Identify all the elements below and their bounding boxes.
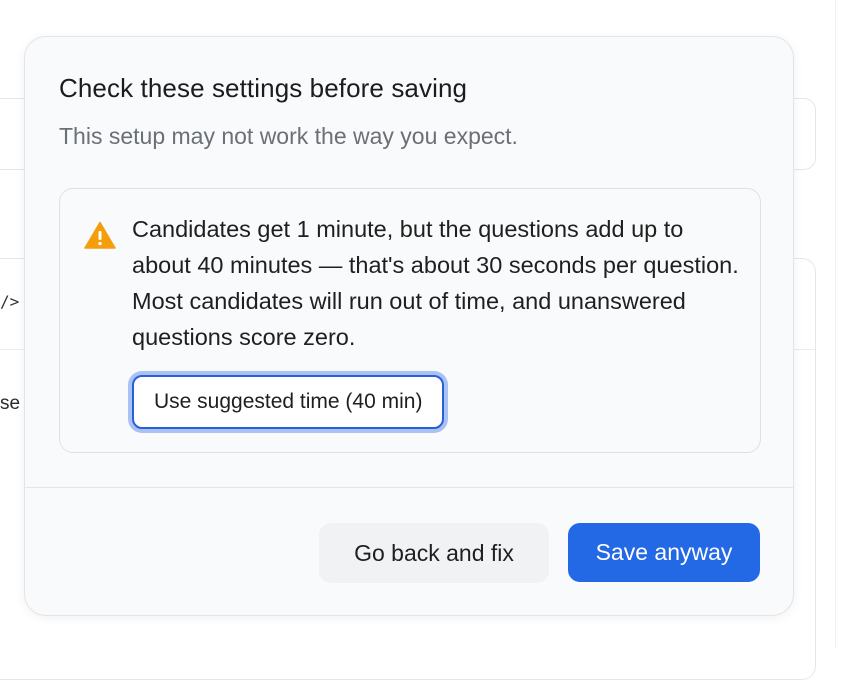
dialog-subtitle: This setup may not work the way you expe… (59, 123, 518, 149)
save-anyway-button[interactable]: Save anyway (568, 523, 760, 582)
warning-message: Candidates get 1 minute, but the questio… (132, 216, 739, 350)
dialog-title: Check these settings before saving (59, 73, 468, 103)
use-suggested-time-button[interactable]: Use suggested time (40 min) (132, 375, 445, 429)
warning-box: Candidates get 1 minute, but the questio… (59, 188, 761, 453)
footer-divider (25, 487, 793, 488)
warning-triangle-icon (84, 221, 116, 249)
background-edge (835, 0, 836, 648)
background-code-glyph: /> (0, 292, 20, 311)
background-text-fragment: se (0, 393, 21, 414)
go-back-button[interactable]: Go back and fix (319, 523, 549, 583)
confirm-settings-dialog: Check these settings before saving This … (24, 36, 794, 616)
